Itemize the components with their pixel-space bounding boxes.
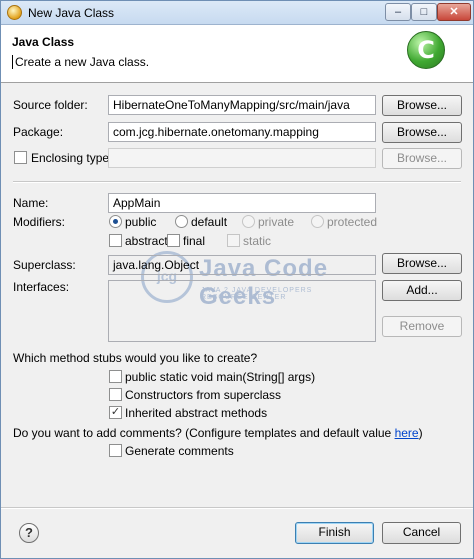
name-label: Name: <box>13 196 49 210</box>
modifier-static-label: static <box>243 234 272 248</box>
window-title: New Java Class <box>28 6 115 20</box>
cancel-button[interactable]: Cancel <box>382 522 461 544</box>
banner-description: Create a new Java class. <box>11 55 150 69</box>
comments-question: Do you want to add comments? (Configure … <box>13 426 423 440</box>
enclosing-type-label: Enclosing type: <box>31 151 113 165</box>
banner-title: Java Class <box>12 35 75 49</box>
wizard-banner: Java Class Create a new Java class. C <box>1 25 473 83</box>
java-class-logo-icon: C <box>407 31 445 69</box>
modifier-protected-radio[interactable] <box>311 215 324 228</box>
maximize-button[interactable]: □ <box>411 3 437 21</box>
superclass-browse-button[interactable]: Browse... <box>382 253 462 274</box>
source-folder-label: Source folder: <box>13 98 88 112</box>
source-folder-input[interactable]: HibernateOneToManyMapping/src/main/java <box>108 95 376 115</box>
superclass-input[interactable]: java.lang.Object <box>108 255 376 275</box>
minimize-button[interactable]: – <box>385 3 411 21</box>
enclosing-type-checkbox[interactable] <box>14 151 27 164</box>
stub-inherited-label: Inherited abstract methods <box>125 406 268 420</box>
modifier-abstract-label: abstract <box>125 234 168 248</box>
modifier-default-label: default <box>191 215 228 229</box>
name-input[interactable]: AppMain <box>108 193 376 213</box>
stub-constructors-label: Constructors from superclass <box>125 388 282 402</box>
close-button[interactable]: ✕ <box>437 3 471 21</box>
stub-main-checkbox[interactable] <box>109 370 122 383</box>
package-label: Package: <box>13 125 64 139</box>
generate-comments-label: Generate comments <box>125 444 234 458</box>
finish-button[interactable]: Finish <box>295 522 374 544</box>
package-browse-button[interactable]: Browse... <box>382 122 462 143</box>
new-java-class-dialog: New Java Class – □ ✕ Java Class Create a… <box>0 0 474 559</box>
interfaces-add-button[interactable]: Add... <box>382 280 462 301</box>
enclosing-type-input[interactable] <box>108 148 376 168</box>
modifier-default-radio[interactable] <box>175 215 188 228</box>
interfaces-label: Interfaces: <box>13 280 70 294</box>
separator <box>13 181 461 183</box>
footer-separator <box>1 507 473 509</box>
interfaces-remove-button[interactable]: Remove <box>382 316 462 337</box>
logo-letter: C <box>417 36 435 64</box>
modifier-final-checkbox[interactable] <box>167 234 180 247</box>
superclass-label: Superclass: <box>13 258 76 272</box>
modifiers-label: Modifiers: <box>13 215 66 229</box>
generate-comments-checkbox[interactable] <box>109 444 122 457</box>
eclipse-app-icon <box>7 5 22 20</box>
stub-main-label: public static void main(String[] args) <box>125 370 316 384</box>
source-folder-browse-button[interactable]: Browse... <box>382 95 462 116</box>
interfaces-list[interactable] <box>108 280 376 342</box>
modifier-final-label: final <box>183 234 206 248</box>
title-bar: New Java Class – □ ✕ <box>1 1 473 25</box>
stub-inherited-checkbox[interactable]: ✓ <box>109 406 122 419</box>
modifier-protected-label: protected <box>327 215 378 229</box>
stubs-question: Which method stubs would you like to cre… <box>13 351 258 365</box>
configure-templates-link[interactable]: here <box>395 426 419 440</box>
modifier-private-radio[interactable] <box>242 215 255 228</box>
package-input[interactable]: com.jcg.hibernate.onetomany.mapping <box>108 122 376 142</box>
help-button[interactable]: ? <box>19 523 39 543</box>
modifier-private-label: private <box>258 215 295 229</box>
stub-constructors-checkbox[interactable] <box>109 388 122 401</box>
modifier-public-label: public <box>125 215 157 229</box>
enclosing-type-browse-button[interactable]: Browse... <box>382 148 462 169</box>
modifier-abstract-checkbox[interactable] <box>109 234 122 247</box>
modifier-public-radio[interactable] <box>109 215 122 228</box>
modifier-static-checkbox[interactable] <box>227 234 240 247</box>
